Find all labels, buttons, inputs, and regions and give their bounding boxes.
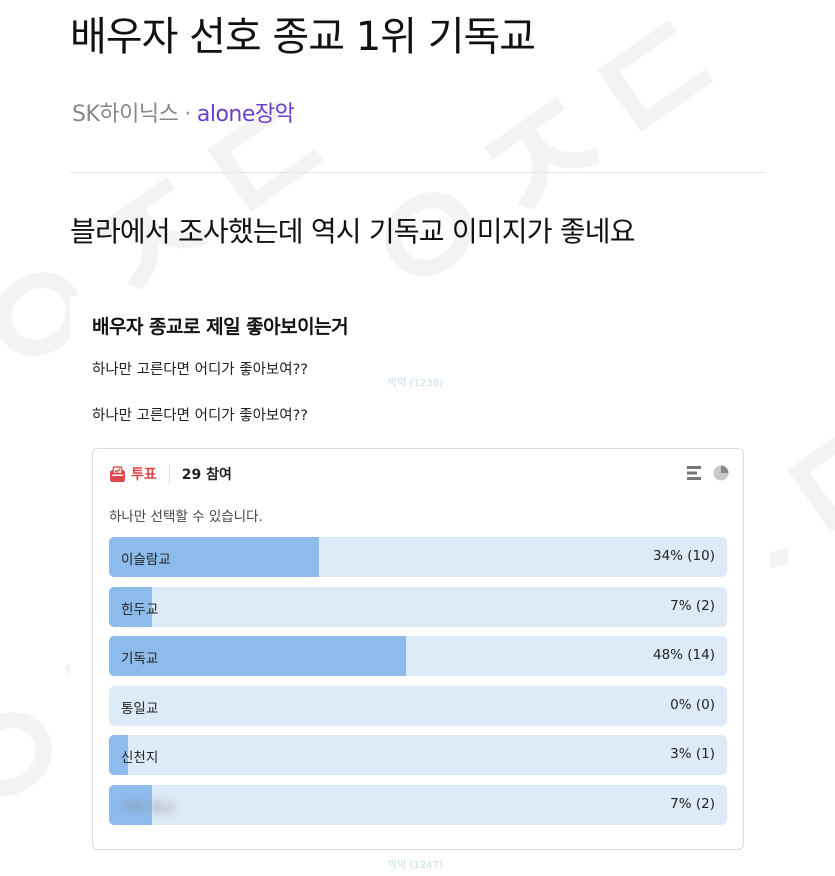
- poll-option-result: 7% (2): [670, 597, 715, 614]
- bar-chart-icon[interactable]: [687, 466, 703, 480]
- company-name[interactable]: SK하이닉스: [72, 102, 179, 127]
- poll-option[interactable]: 힌두교 7% (2): [109, 586, 727, 627]
- view-toggle: [687, 465, 729, 481]
- post-meta: SK하이닉스 · alone장악: [72, 96, 295, 128]
- divider: [70, 172, 765, 173]
- poll-option-result: 34% (10): [652, 548, 715, 564]
- small-watermark: 박박 (1238): [388, 378, 443, 389]
- embedded-post-text: 하나만 고른다면 어디가 좋아보여??: [92, 408, 308, 424]
- pie-chart-icon[interactable]: [713, 465, 729, 481]
- post-title: 배우자 선호 종교 1위 기독교: [70, 14, 536, 60]
- poll-option[interactable]: 기독교 48% (14): [109, 636, 727, 677]
- poll-options: 이슬람교 34% (10) 힌두교 7% (2) 기독교 48% (14) 통일교 0%…: [109, 537, 727, 835]
- poll-option[interactable]: 신천지 3% (1): [109, 735, 727, 776]
- poll-option-label: 이슬람교: [121, 552, 171, 568]
- poll-header: 투표 29 참여: [109, 463, 232, 485]
- poll-option-label: 신천지: [121, 750, 159, 767]
- poll-option-label: 통일교: [121, 700, 159, 717]
- embedded-screenshot: 배우자 종교로 제일 좋아보이는거 하나만 고른다면 어디가 좋아보여?? 박박…: [70, 296, 770, 872]
- embedded-post-text: 하나만 고른다면 어디가 좋아보여??: [92, 362, 308, 378]
- poll-option[interactable]: 기타 종교 7% (2): [109, 784, 727, 825]
- meta-separator: ·: [184, 102, 191, 127]
- poll-option-label: 기독교: [121, 651, 159, 668]
- vote-box-icon: [110, 465, 125, 482]
- separator: [168, 464, 170, 484]
- small-watermark: 박박 (1247): [388, 860, 443, 871]
- poll-option-result: 48% (14): [652, 647, 715, 664]
- poll-option-result: 3% (1): [670, 746, 715, 763]
- poll-option-result: 7% (2): [670, 795, 715, 812]
- participant-count: 29 참여: [181, 467, 232, 483]
- author-name[interactable]: alone장악: [197, 102, 295, 127]
- poll-option-label: 기타 종교: [121, 799, 175, 816]
- poll-option[interactable]: 통일교 0% (0): [109, 685, 727, 726]
- poll-tag: 투표: [131, 467, 157, 483]
- poll-option-result: 0% (0): [670, 696, 715, 713]
- poll-option-label: 힌두교: [121, 601, 159, 618]
- poll-card: 투표 29 참여 하나만 선택할 수 있습니다. 이슬람교 34% (10) 힌두…: [92, 448, 744, 850]
- poll-option[interactable]: 이슬람교 34% (10): [109, 537, 727, 577]
- poll-description: 하나만 선택할 수 있습니다.: [109, 509, 263, 525]
- embedded-post-title: 배우자 종교로 제일 좋아보이는거: [92, 316, 349, 338]
- post-body: 블라에서 조사했는데 역시 기독교 이미지가 좋네요: [70, 215, 635, 248]
